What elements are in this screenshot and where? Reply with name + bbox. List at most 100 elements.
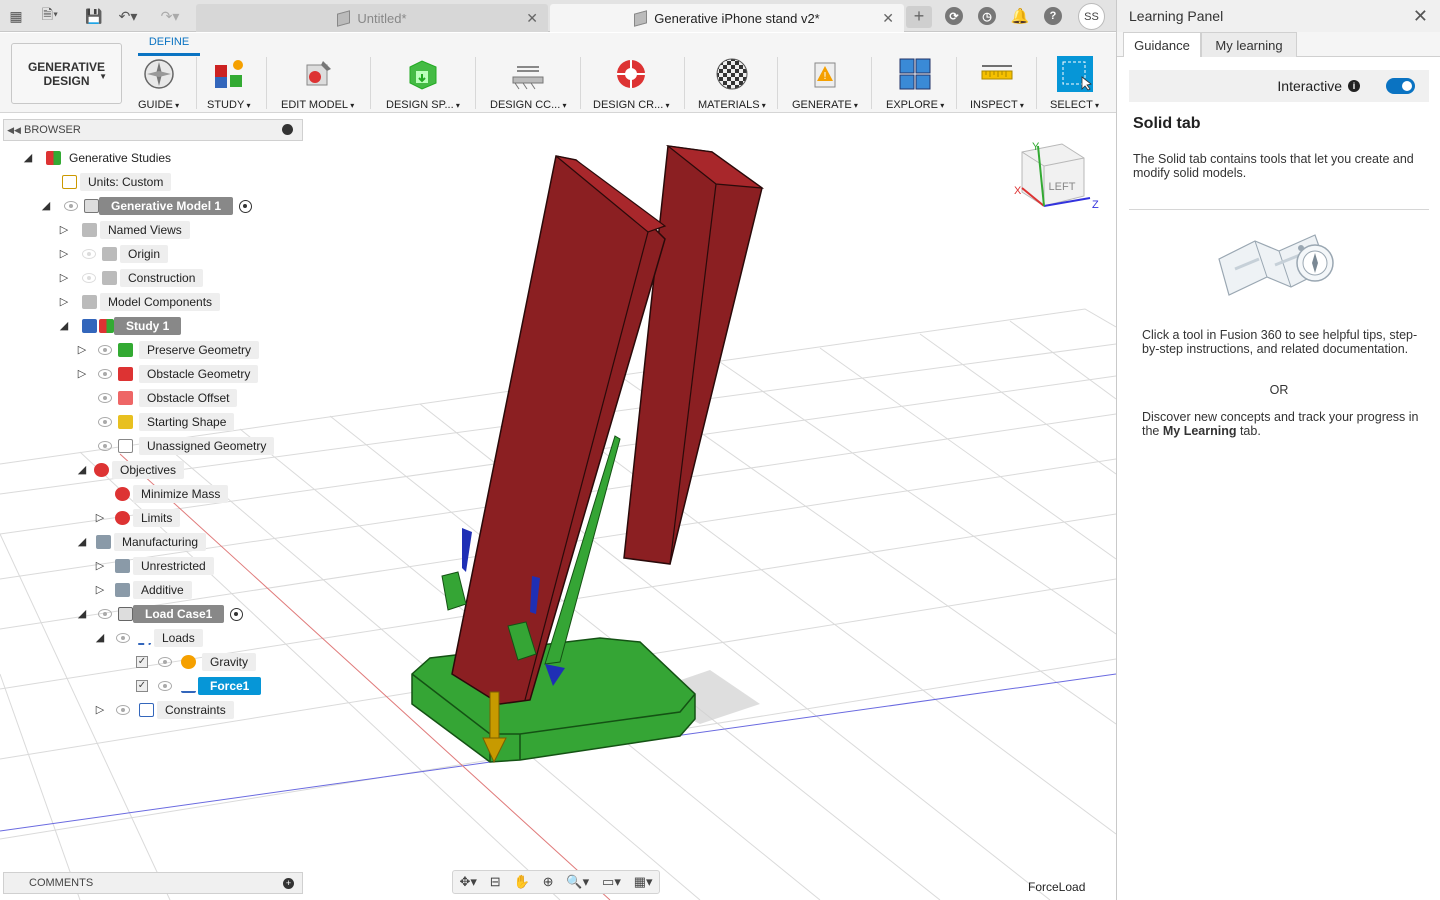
tree-row-manufacturing[interactable]: ◢ Manufacturing [76, 532, 207, 552]
redo-icon[interactable]: ↷▾ [160, 6, 180, 26]
tree-row-origin[interactable]: ▷ Origin [58, 244, 169, 264]
tree-row-objectives[interactable]: ◢ Objectives [76, 460, 185, 480]
visibility-eye-icon[interactable] [98, 441, 112, 451]
expanded-triangle-icon[interactable]: ◢ [40, 200, 52, 212]
hidden-eye-icon[interactable] [82, 273, 96, 283]
design-space-button[interactable]: DESIGN SP... [386, 56, 460, 111]
expanded-triangle-icon[interactable]: ◢ [76, 536, 88, 548]
expanded-triangle-icon[interactable]: ◢ [76, 608, 88, 620]
design-criteria-button[interactable]: DESIGN CR... [593, 56, 670, 111]
collapsed-triangle-icon[interactable]: ▷ [58, 248, 70, 260]
viewcube[interactable]: LEFT X Z Y [1014, 141, 1099, 211]
add-comment-icon[interactable]: + [283, 878, 294, 889]
tree-row-generative-studies[interactable]: ◢ Generative Studies [22, 148, 171, 168]
tree-row-obstacle-offset[interactable]: Obstacle Offset [98, 388, 238, 408]
force-checkbox[interactable]: ✓ [136, 680, 148, 692]
collapsed-triangle-icon[interactable]: ▷ [94, 584, 106, 596]
tree-row-loads[interactable]: ◢ Loads [94, 628, 203, 648]
tree-row-additive[interactable]: ▷ Additive [94, 580, 192, 600]
undo-icon[interactable]: ↶▾ [118, 6, 138, 26]
help-icon[interactable]: ? [1044, 7, 1062, 25]
tree-row-starting-shape[interactable]: Starting Shape [98, 412, 235, 432]
collapsed-triangle-icon[interactable]: ▷ [76, 344, 88, 356]
tree-row-constraints[interactable]: ▷ Constraints [94, 700, 234, 720]
tab-define[interactable]: DEFINE [138, 36, 200, 48]
design-conditions-button[interactable]: DESIGN CC... [490, 56, 567, 111]
collapsed-triangle-icon[interactable]: ▷ [94, 560, 106, 572]
generate-button[interactable]: ! GENERATE [792, 56, 858, 111]
close-icon[interactable]: ✕ [1413, 6, 1428, 27]
tab-untitled[interactable]: Untitled* ✕ [196, 4, 548, 32]
tree-row-construction[interactable]: ▷ Construction [58, 268, 204, 288]
inspect-button[interactable]: INSPECT [970, 56, 1024, 111]
tree-row-model-components[interactable]: ▷ Model Components [58, 292, 221, 312]
tab-generative-stand[interactable]: Generative iPhone stand v2* ✕ [550, 4, 904, 32]
close-icon[interactable]: ✕ [526, 10, 538, 27]
app-grid-icon[interactable]: ▦ [6, 6, 26, 26]
zoom-icon[interactable]: ⊕ [543, 874, 554, 890]
tree-row-obstacle-geometry[interactable]: ▷ Obstacle Geometry [76, 364, 259, 384]
expanded-triangle-icon[interactable]: ◢ [76, 464, 88, 476]
collapsed-triangle-icon[interactable]: ▷ [76, 368, 88, 380]
visibility-eye-icon[interactable] [158, 681, 172, 691]
tree-row-units[interactable]: Units: Custom [62, 172, 172, 192]
tab-my-learning[interactable]: My learning [1201, 32, 1297, 57]
visibility-eye-icon[interactable] [98, 345, 112, 355]
select-button[interactable]: SELECT [1050, 56, 1099, 111]
expanded-triangle-icon[interactable]: ◢ [94, 632, 106, 644]
notifications-icon[interactable]: 🔔 [1011, 7, 1030, 25]
tree-row-gravity[interactable]: ✓ Gravity [136, 652, 257, 672]
visibility-eye-icon[interactable] [116, 705, 130, 715]
display-settings-icon[interactable]: ▭▾ [602, 874, 621, 890]
visibility-eye-icon[interactable] [98, 609, 112, 619]
expanded-triangle-icon[interactable]: ◢ [58, 320, 70, 332]
activate-radio-icon[interactable] [239, 199, 253, 213]
avatar[interactable]: SS [1078, 3, 1105, 30]
visibility-eye-icon[interactable] [158, 657, 172, 667]
collapsed-triangle-icon[interactable]: ▷ [58, 296, 70, 308]
edit-model-button[interactable]: EDIT MODEL [281, 56, 354, 111]
job-status-icon[interactable]: ◷ [978, 7, 996, 25]
new-tab-button[interactable]: + [906, 6, 932, 28]
save-icon[interactable]: 💾 [84, 6, 104, 26]
tree-row-named-views[interactable]: ▷ Named Views [58, 220, 190, 240]
collapse-panel-icon[interactable]: ◀◀ [4, 125, 24, 136]
visibility-eye-icon[interactable] [98, 369, 112, 379]
tree-row-load-case[interactable]: ◢ Load Case1 [76, 604, 244, 624]
tab-guidance[interactable]: Guidance [1123, 32, 1201, 57]
visibility-eye-icon[interactable] [64, 201, 78, 211]
pan-hand-icon[interactable]: ✋ [514, 874, 530, 890]
tree-row-force1[interactable]: ✓ Force1 [136, 676, 262, 696]
visibility-eye-icon[interactable] [98, 393, 112, 403]
interactive-toggle[interactable] [1386, 78, 1415, 94]
tree-row-study-1[interactable]: ◢ Study 1 [58, 316, 182, 336]
file-menu-icon[interactable]: 🗎▾ [40, 6, 60, 26]
collapsed-triangle-icon[interactable]: ▷ [58, 272, 70, 284]
tree-row-minimize-mass[interactable]: Minimize Mass [115, 484, 229, 504]
activate-radio-icon[interactable] [230, 607, 244, 621]
orbit-icon[interactable]: ✥▾ [459, 874, 476, 890]
guide-button[interactable]: GUIDE [138, 56, 179, 111]
grid-settings-icon[interactable]: ▦▾ [634, 874, 653, 890]
minimize-icon[interactable] [282, 124, 293, 135]
collapsed-triangle-icon[interactable]: ▷ [58, 224, 70, 236]
workspace-switcher-button[interactable]: GENERATIVE DESIGN ▼ [11, 43, 122, 104]
close-icon[interactable]: ✕ [882, 10, 894, 27]
study-button[interactable]: STUDY [207, 56, 251, 111]
extensions-icon[interactable]: ⟳ [945, 7, 963, 25]
look-at-icon[interactable]: ⊟ [490, 874, 501, 890]
collapsed-triangle-icon[interactable]: ▷ [94, 512, 106, 524]
tree-row-preserve-geometry[interactable]: ▷ Preserve Geometry [76, 340, 260, 360]
visibility-eye-icon[interactable] [98, 417, 112, 427]
tree-row-unassigned-geometry[interactable]: Unassigned Geometry [98, 436, 275, 456]
collapsed-triangle-icon[interactable]: ▷ [94, 704, 106, 716]
explore-button[interactable]: EXPLORE [886, 56, 944, 111]
expanded-triangle-icon[interactable]: ◢ [22, 152, 34, 164]
gravity-checkbox[interactable]: ✓ [136, 656, 148, 668]
comments-panel[interactable]: COMMENTS + [3, 872, 303, 894]
materials-button[interactable]: MATERIALS [698, 56, 766, 111]
visibility-eye-icon[interactable] [116, 633, 130, 643]
tree-row-generative-model[interactable]: ◢ Generative Model 1 [40, 196, 253, 216]
fit-zoom-icon[interactable]: 🔍▾ [566, 874, 589, 890]
tree-row-limits[interactable]: ▷ Limits [94, 508, 181, 528]
